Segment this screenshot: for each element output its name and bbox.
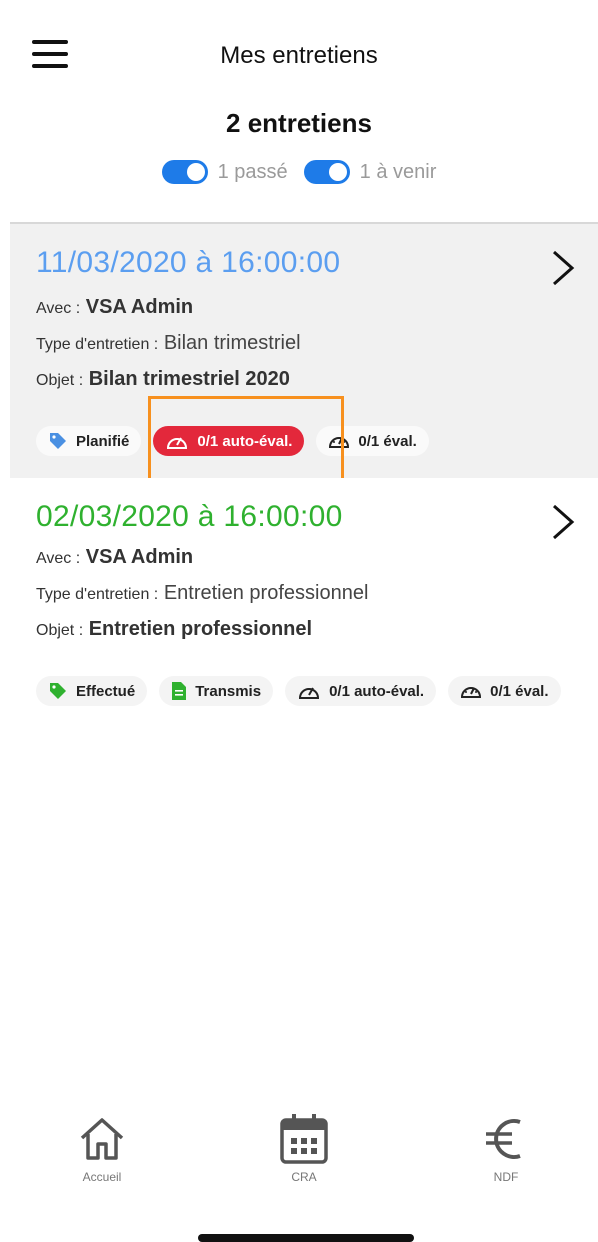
type-label: Type d'entretien : — [36, 586, 159, 603]
chevron-right-icon[interactable] — [548, 248, 576, 288]
with-value: VSA Admin — [85, 546, 194, 568]
filter-toggles: 1 passé 1 à venir — [0, 160, 598, 184]
type-value: Bilan trimestriel — [163, 332, 301, 354]
euro-icon — [486, 1119, 521, 1159]
gauge-icon — [299, 687, 320, 699]
page-title: Mes entretiens — [220, 42, 378, 69]
calendar-icon — [280, 1114, 328, 1164]
interview-date: 02/03/2020 à 16:00:00 — [36, 500, 343, 533]
type-label: Type d'entretien : — [36, 336, 159, 353]
nav-label: CRA — [291, 1170, 317, 1184]
eval-badge[interactable]: 0/1 éval. — [448, 676, 561, 706]
badge-label: Effectué — [76, 682, 136, 700]
subject-label: Objet : — [36, 372, 84, 389]
interview-with: Avec : VSA Admin — [36, 296, 193, 319]
nav-item-accueil[interactable]: Accueil — [42, 1110, 162, 1184]
interview-subject: Objet : Bilan trimestriel 2020 — [36, 368, 290, 391]
badge-label: Planifié — [76, 432, 130, 450]
status-badge-done: Effectué — [36, 676, 148, 706]
badge-label: 0/1 auto-éval. — [329, 682, 425, 700]
with-label: Avec : — [36, 550, 81, 567]
subject-value: Bilan trimestriel 2020 — [88, 368, 290, 390]
badge-label: 0/1 éval. — [358, 432, 417, 450]
home-indicator — [198, 1234, 414, 1242]
subject-label: Objet : — [36, 622, 84, 639]
tag-icon — [50, 433, 66, 449]
filter-upcoming[interactable]: 1 à venir — [303, 160, 437, 184]
app-header: Mes entretiens — [0, 0, 598, 100]
type-value: Entretien professionnel — [163, 582, 369, 604]
dashboard-icon — [461, 687, 482, 698]
filter-past-label: 1 passé — [217, 160, 288, 183]
filter-past[interactable]: 1 passé — [161, 160, 288, 184]
nav-item-ndf[interactable]: NDF — [446, 1110, 566, 1184]
nav-item-cra[interactable]: CRA — [244, 1110, 364, 1184]
status-badges: Effectué Transmis 0/1 auto-éval. 0/1 éva… — [36, 676, 596, 706]
toggle-switch-past[interactable] — [161, 160, 208, 184]
toggle-switch-upcoming[interactable] — [303, 160, 350, 184]
status-badge-planned: Planifié — [36, 426, 142, 456]
interview-subject: Objet : Entretien professionnel — [36, 618, 312, 641]
interview-type: Type d'entretien : Entretien professionn… — [36, 582, 368, 605]
document-icon — [172, 682, 187, 700]
interview-date: 11/03/2020 à 16:00:00 — [36, 246, 341, 279]
chevron-right-icon[interactable] — [548, 502, 576, 542]
bottom-nav: Accueil CRA NDF — [0, 1110, 598, 1210]
with-label: Avec : — [36, 300, 81, 317]
filter-upcoming-label: 1 à venir — [359, 160, 437, 183]
nav-label: NDF — [493, 1170, 519, 1184]
home-icon — [80, 1118, 124, 1160]
interview-with: Avec : VSA Admin — [36, 546, 193, 569]
badge-label: 0/1 éval. — [490, 682, 549, 700]
status-badge-transmitted: Transmis — [159, 676, 274, 706]
badge-label: Transmis — [195, 682, 262, 700]
interview-type: Type d'entretien : Bilan trimestriel — [36, 332, 301, 355]
interview-count: 2 entretiens — [226, 108, 372, 138]
highlight-box — [148, 396, 344, 482]
with-value: VSA Admin — [85, 296, 194, 318]
tag-icon — [50, 683, 66, 699]
nav-label: Accueil — [82, 1170, 122, 1184]
interview-card-past[interactable]: 02/03/2020 à 16:00:00 Avec : VSA Admin T… — [10, 478, 598, 758]
self-eval-badge[interactable]: 0/1 auto-éval. — [285, 676, 437, 706]
subject-value: Entretien professionnel — [88, 618, 313, 640]
